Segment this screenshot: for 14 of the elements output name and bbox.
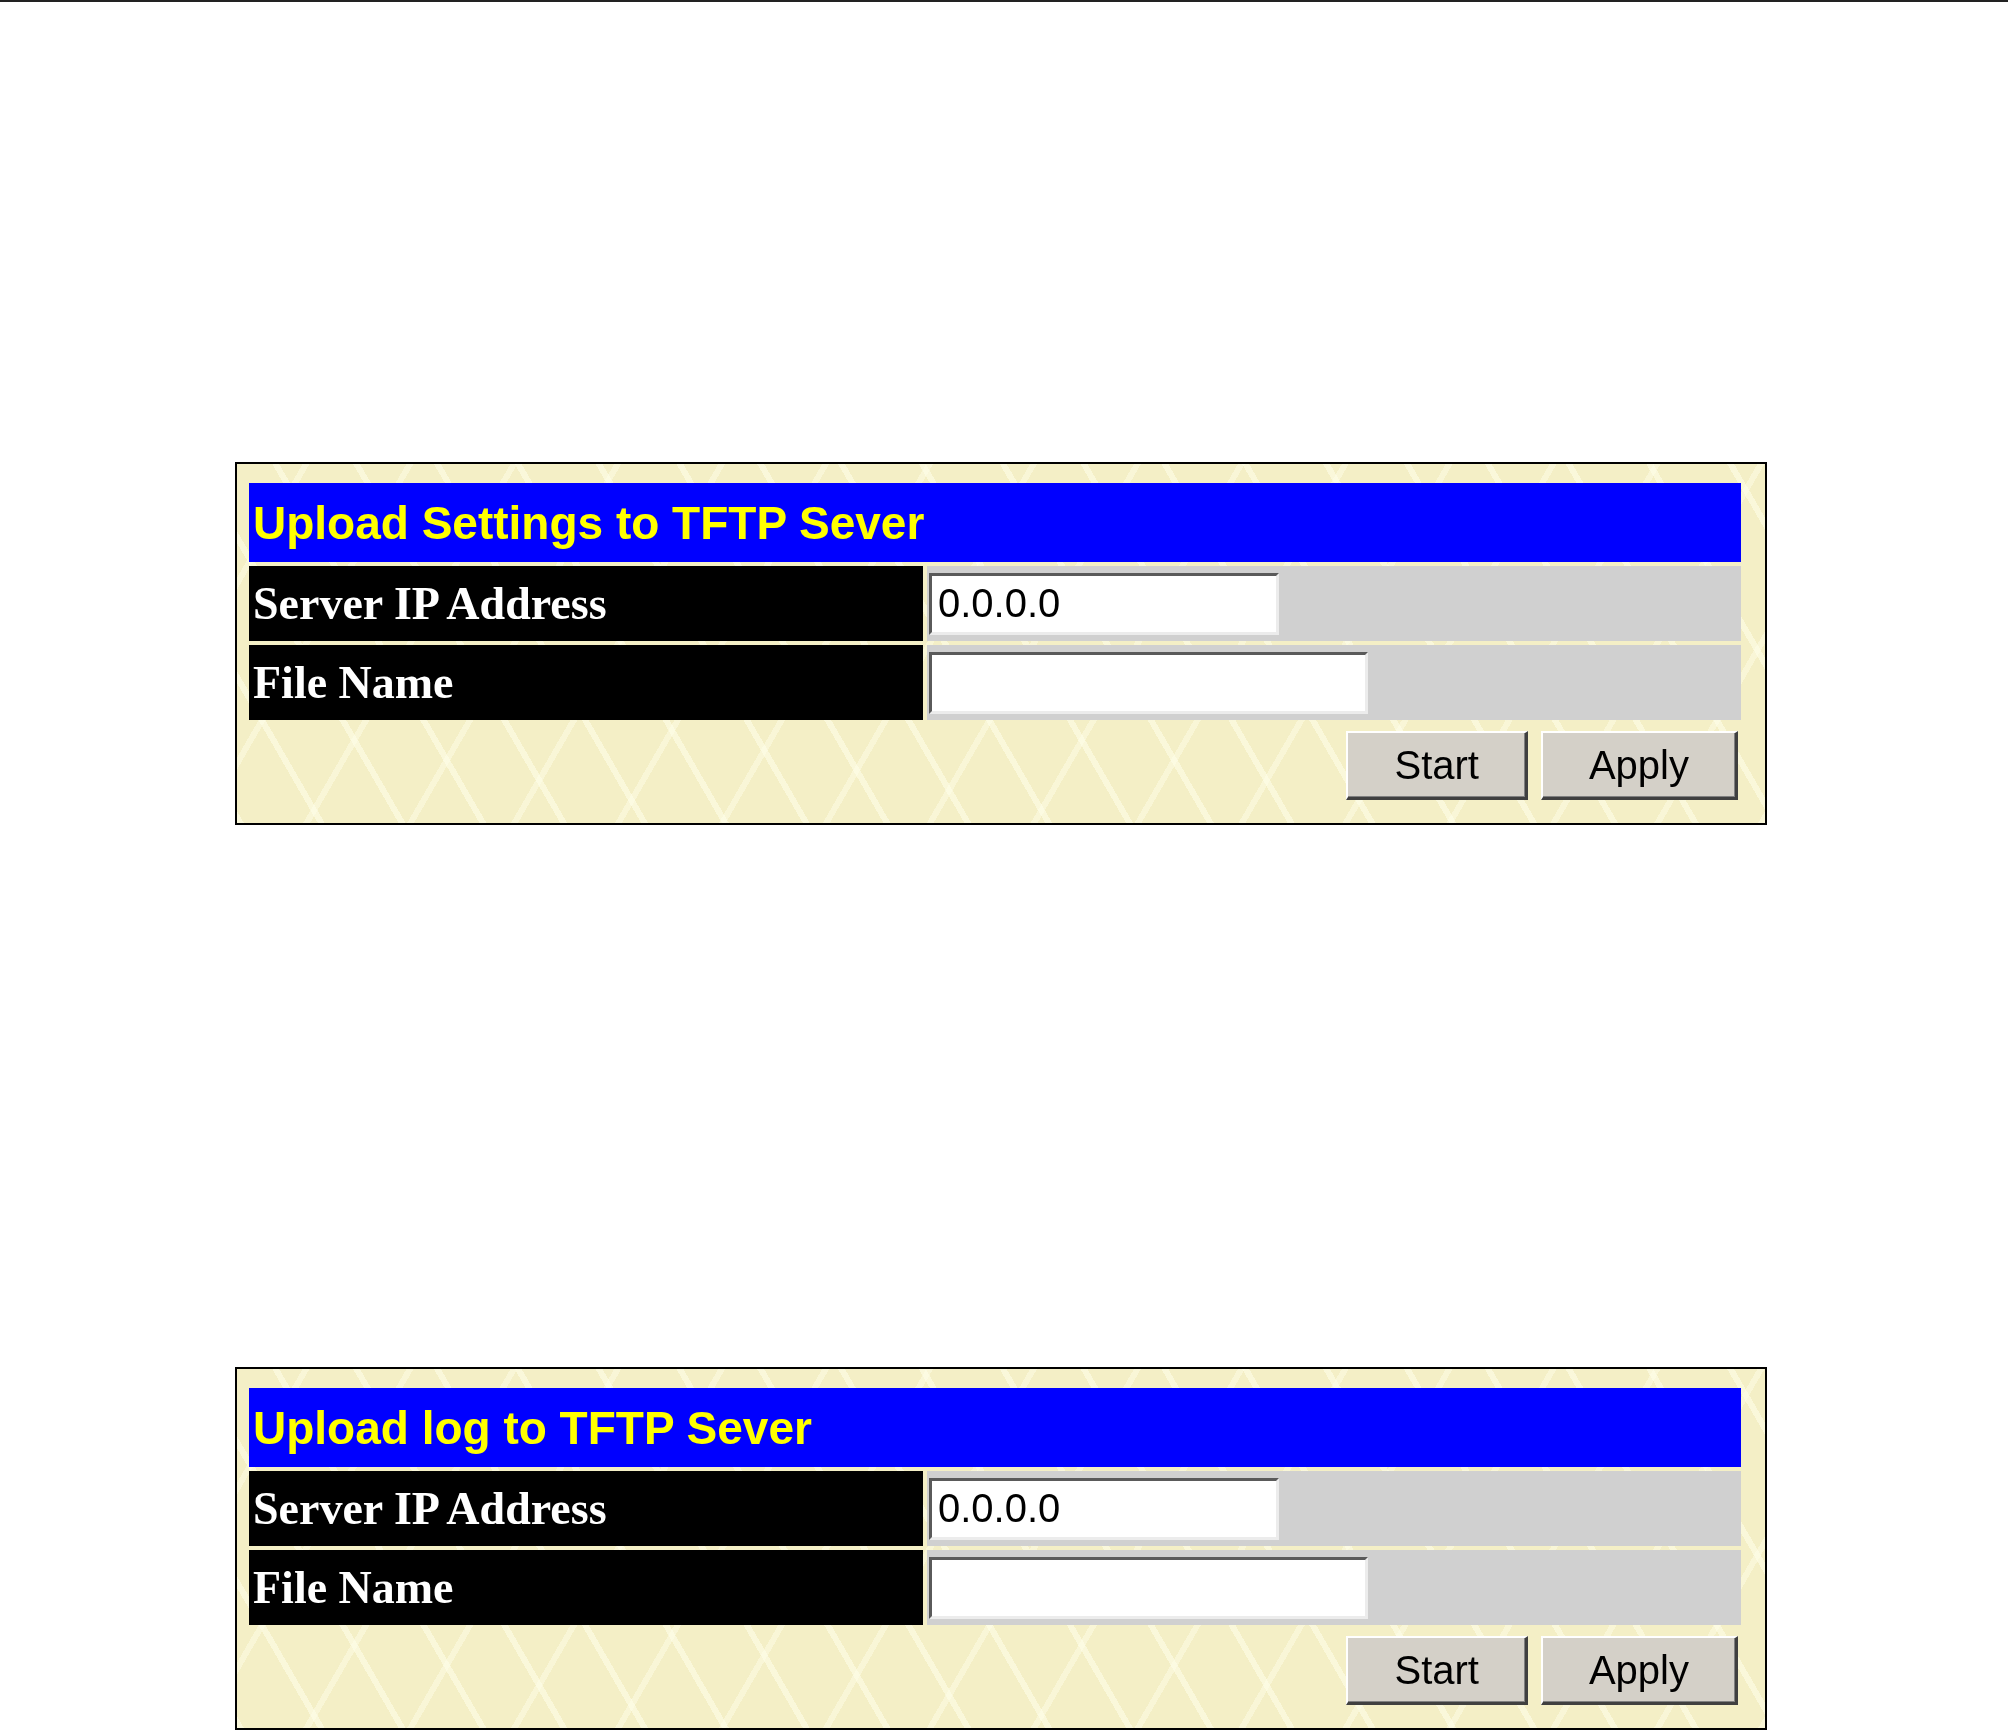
panel-title: Upload Settings to TFTP Sever	[249, 483, 1741, 562]
field-label: Server IP Address	[249, 566, 923, 641]
ip-address-field[interactable]: 0.0.0.0	[929, 1477, 1279, 1540]
file-name-field[interactable]	[929, 1556, 1368, 1619]
field-label: File Name	[249, 645, 923, 720]
field-label: Server IP Address	[249, 1471, 923, 1546]
apply-button[interactable]: Apply	[1540, 731, 1738, 800]
start-button[interactable]: Start	[1346, 731, 1528, 800]
field-label: File Name	[249, 1550, 923, 1625]
file-name-field[interactable]	[929, 651, 1368, 714]
start-button[interactable]: Start	[1346, 1636, 1528, 1705]
panel-title: Upload log to TFTP Sever	[249, 1388, 1741, 1467]
ip-address-field[interactable]: 0.0.0.0	[929, 572, 1279, 635]
apply-button[interactable]: Apply	[1540, 1636, 1738, 1705]
